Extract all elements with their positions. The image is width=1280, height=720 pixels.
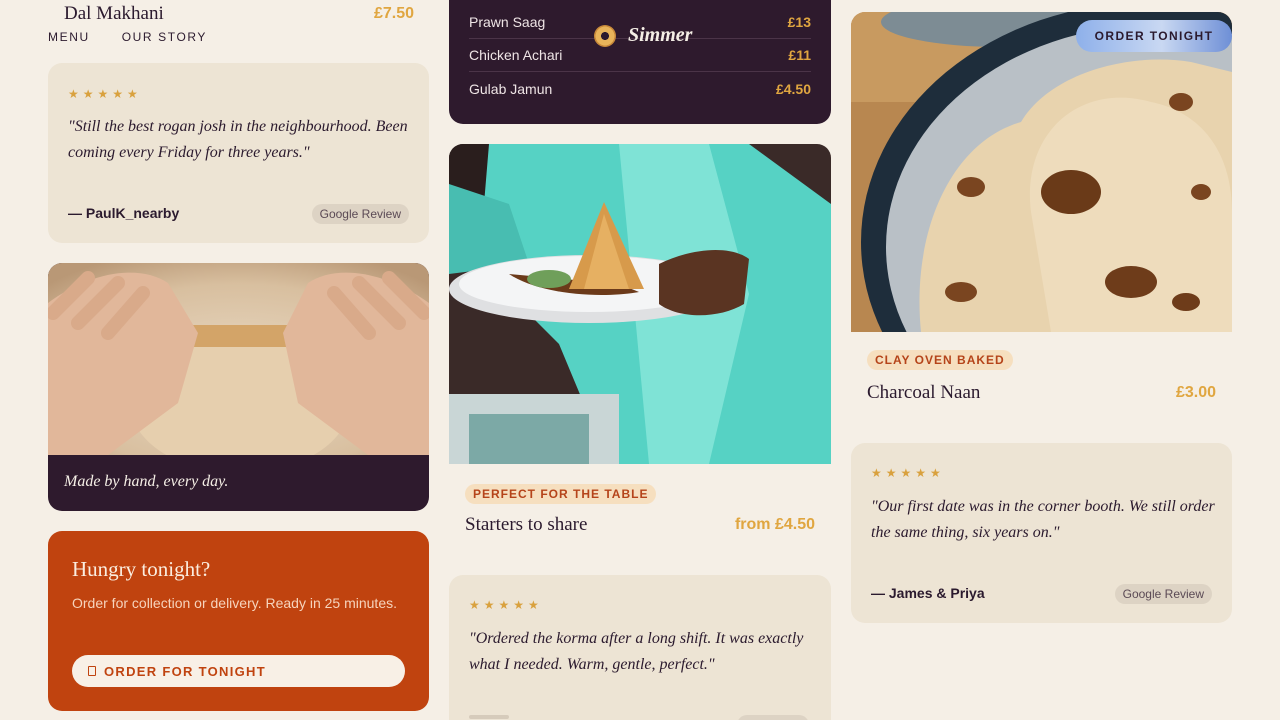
brand-logo[interactable]: Simmer bbox=[594, 24, 692, 47]
menu-item-price: £11 bbox=[788, 47, 811, 63]
star-rating: ★★★★★ bbox=[469, 598, 543, 612]
star-rating: ★★★★★ bbox=[871, 466, 945, 480]
starters-card[interactable]: PERFECT FOR THE TABLE Starters to share … bbox=[449, 144, 831, 556]
dish-price: from £4.50 bbox=[734, 516, 815, 533]
review-source-badge bbox=[737, 715, 809, 720]
menu-item-name: Chicken Achari bbox=[469, 47, 563, 63]
mandala-icon bbox=[594, 24, 616, 47]
cta-text: Order for collection or delivery. Ready … bbox=[72, 595, 397, 611]
dish-price: £3.00 bbox=[1175, 384, 1216, 401]
review-card: ★★★★★ "Our first date was in the corner … bbox=[851, 443, 1232, 623]
main-nav: MENU OUR STORY bbox=[48, 30, 207, 44]
menu-list-card: Prawn Saag £13 Chicken Achari £11 Gulab … bbox=[449, 0, 831, 124]
dish-name: Dal Makhani bbox=[64, 3, 164, 24]
menu-item-name: Gulab Jamun bbox=[469, 80, 553, 97]
handmade-caption: Made by hand, every day. bbox=[64, 473, 229, 490]
samosa-photo bbox=[449, 144, 831, 464]
naan-photo bbox=[851, 12, 1232, 332]
review-card: ★★★★★ "Ordered the korma after a long sh… bbox=[449, 575, 831, 720]
menu-item-dal-makhani: Dal Makhani £7.50 bbox=[64, 3, 414, 25]
handmade-card: Made by hand, every day. bbox=[48, 263, 429, 511]
star-rating: ★★★★★ bbox=[68, 87, 142, 101]
order-tonight-button[interactable]: ORDER TONIGHT bbox=[1076, 20, 1232, 52]
order-for-tonight-button[interactable]: ORDER FOR TONIGHT bbox=[72, 655, 405, 687]
review-card: ★★★★★ "Still the best rogan josh in the … bbox=[48, 63, 429, 243]
category-tag: PERFECT FOR THE TABLE bbox=[465, 484, 657, 504]
cta-title: Hungry tonight? bbox=[72, 557, 211, 581]
bag-icon bbox=[88, 666, 96, 676]
category-tag: CLAY OVEN BAKED bbox=[867, 350, 1013, 370]
dish-name: Charcoal Naan bbox=[867, 382, 981, 403]
naan-card[interactable]: CLAY OVEN BAKED Charcoal Naan £3.00 bbox=[851, 12, 1232, 420]
dish-price: £7.50 bbox=[373, 5, 414, 22]
review-quote: "Our first date was in the corner booth.… bbox=[871, 498, 1215, 541]
review-author: — James & Priya bbox=[871, 585, 985, 601]
review-source-badge: Google Review bbox=[1114, 584, 1212, 604]
order-cta-card: Hungry tonight? Order for collection or … bbox=[48, 531, 429, 711]
nav-link-menu[interactable]: MENU bbox=[48, 30, 90, 44]
brand-name: Simmer bbox=[628, 24, 693, 46]
dish-name: Starters to share bbox=[465, 514, 588, 535]
review-quote: "Still the best rogan josh in the neighb… bbox=[68, 118, 408, 161]
button-label: ORDER FOR TONIGHT bbox=[104, 663, 266, 679]
review-author bbox=[469, 715, 509, 719]
menu-item-name: Prawn Saag bbox=[469, 14, 546, 30]
review-author: — PaulK_nearby bbox=[68, 205, 180, 221]
menu-row: Gulab Jamun £4.50 bbox=[469, 72, 811, 105]
menu-item-price: £4.50 bbox=[775, 80, 811, 97]
review-source-badge: Google Review bbox=[311, 204, 409, 224]
nav-link-our-story[interactable]: OUR STORY bbox=[122, 30, 207, 44]
review-quote: "Ordered the korma after a long shift. I… bbox=[469, 630, 804, 673]
menu-item-price: £13 bbox=[787, 14, 811, 30]
dough-rolling-photo bbox=[48, 263, 429, 455]
